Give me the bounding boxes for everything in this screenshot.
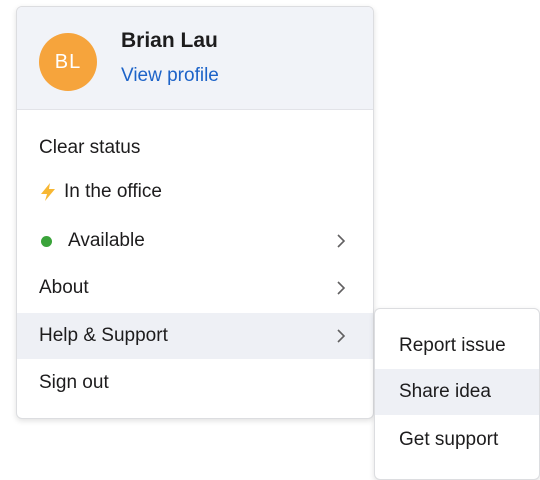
share-idea-label: Share idea [399,381,491,402]
user-name: Brian Lau [121,29,218,52]
get-support-label: Get support [399,429,499,450]
help-support-label: Help & Support [39,325,168,346]
availability-label: Available [68,230,145,251]
get-support-item[interactable]: Get support [375,417,539,463]
sign-out-item[interactable]: Sign out [17,360,373,406]
report-issue-label: Report issue [399,335,506,356]
clear-status-item[interactable]: Clear status [17,125,373,171]
status-text: In the office [64,181,162,202]
about-item[interactable]: About [17,265,373,311]
availability-item[interactable]: Available [17,218,373,264]
lightning-bolt-icon [41,183,55,201]
clear-status-label: Clear status [39,137,141,158]
chevron-right-icon [337,281,346,295]
view-profile-link[interactable]: View profile [121,65,219,87]
status-item[interactable]: In the office [17,169,373,215]
profile-menu: BL Brian Lau View profile Clear status I… [16,6,374,419]
sign-out-label: Sign out [39,372,109,393]
report-issue-item[interactable]: Report issue [375,323,539,369]
chevron-right-icon [337,234,346,248]
share-idea-item[interactable]: Share idea [375,369,539,415]
about-label: About [39,277,89,298]
help-support-submenu: Report issue Share idea Get support [374,308,540,480]
avatar[interactable]: BL [39,33,97,91]
profile-header: BL Brian Lau View profile [17,7,373,110]
chevron-right-icon [337,329,346,343]
presence-dot-icon [41,235,52,247]
help-support-item[interactable]: Help & Support [17,313,373,359]
